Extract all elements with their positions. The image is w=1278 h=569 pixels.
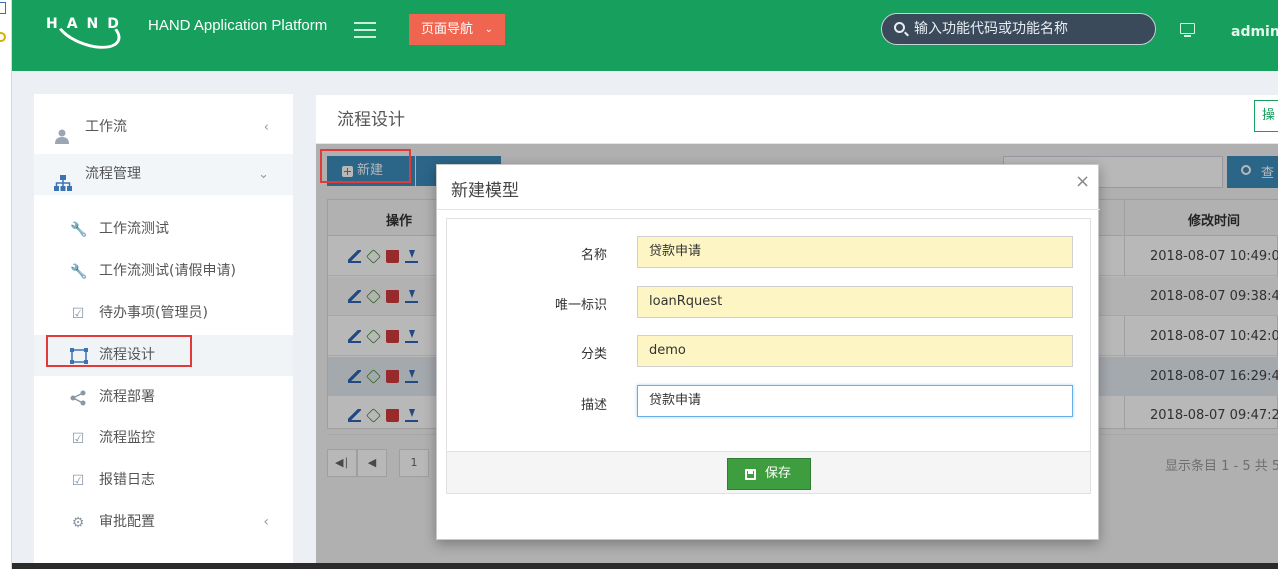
sidebar-group-workflow[interactable]: 工作流 ‹ bbox=[34, 107, 293, 148]
category-input[interactable]: demo bbox=[637, 335, 1073, 367]
sidebar-item-label: 待办事项(管理员) bbox=[99, 305, 208, 321]
taskbar-edge bbox=[0, 563, 1278, 569]
hand-logo[interactable]: HAND bbox=[46, 1, 134, 57]
name-label: 名称 bbox=[580, 248, 607, 263]
page-nav-dropdown[interactable]: 页面导航 ⌄ bbox=[409, 14, 505, 45]
function-search-input[interactable]: 输入功能代码或功能名称 bbox=[881, 13, 1156, 45]
dialog-title: 新建模型 bbox=[451, 181, 519, 201]
share-icon bbox=[70, 390, 86, 406]
sidebar-group-process-management[interactable]: 流程管理 ⌄ bbox=[34, 154, 293, 195]
sidebar-item-label: 流程部署 bbox=[99, 389, 155, 405]
chevron-down-icon: ⌄ bbox=[258, 167, 269, 182]
description-input[interactable]: 贷款申请 bbox=[637, 385, 1073, 417]
sidebar-item-approval-config[interactable]: ⚙ 审批配置 ‹ bbox=[34, 502, 293, 543]
highlight-box-new-button bbox=[320, 149, 411, 183]
sitemap-icon bbox=[54, 167, 72, 191]
sidebar-item-workflow-test-leave[interactable]: 🔧 工作流测试(请假申请) bbox=[34, 251, 293, 292]
sidebar-item-process-deploy[interactable]: 流程部署 bbox=[34, 377, 293, 418]
sidebar-item-error-log[interactable]: ☑ 报错日志 bbox=[34, 460, 293, 501]
name-input[interactable]: 贷款申请 bbox=[637, 236, 1073, 268]
logo-text: HAND bbox=[46, 16, 128, 32]
close-icon[interactable]: × bbox=[1075, 171, 1090, 192]
operation-button[interactable]: 操 bbox=[1254, 100, 1278, 132]
chevron-down-icon: ⌄ bbox=[484, 24, 493, 35]
user-name[interactable]: admin bbox=[1231, 24, 1278, 40]
check-square-icon: ☑ bbox=[71, 306, 85, 322]
description-label: 描述 bbox=[580, 398, 607, 413]
divider bbox=[437, 209, 1100, 210]
desktop-shortcut-icon-2[interactable] bbox=[0, 32, 6, 42]
key-label: 唯一标识 bbox=[554, 298, 607, 313]
chevron-left-icon: ‹ bbox=[263, 514, 269, 530]
search-icon bbox=[894, 22, 905, 33]
sidebar-item-label: 流程监控 bbox=[99, 430, 155, 446]
sidebar-item-label: 工作流测试 bbox=[99, 221, 169, 237]
sidebar-item-label: 工作流测试(请假申请) bbox=[99, 263, 236, 279]
model-form: 名称 贷款申请 唯一标识 loanRquest 分类 demo 描述 贷款申请 … bbox=[446, 218, 1091, 494]
wrench-icon: 🔧 bbox=[70, 264, 88, 280]
form-footer: 保存 bbox=[447, 451, 1090, 493]
sidebar: 工作流 ‹ 流程管理 ⌄ 🔧 工作流测试 🔧 工作流测试(请假申请) ☑ 待办事… bbox=[34, 94, 293, 569]
sidebar-group-label: 工作流 bbox=[85, 119, 127, 135]
highlight-box-process-design bbox=[46, 335, 192, 367]
new-model-dialog: 新建模型 × 名称 贷款申请 唯一标识 loanRquest 分类 demo 描… bbox=[436, 164, 1100, 540]
top-header: HAND HAND Application Platform 页面导航 ⌄ 输入… bbox=[12, 0, 1278, 71]
gear-icon: ⚙ bbox=[71, 515, 85, 531]
sidebar-item-label: 审批配置 bbox=[99, 514, 155, 530]
wrench-icon: 🔧 bbox=[70, 222, 88, 238]
check-square-icon: ☑ bbox=[71, 431, 85, 447]
page-nav-label: 页面导航 bbox=[421, 22, 474, 37]
category-label: 分类 bbox=[580, 347, 607, 362]
chevron-left-icon: ‹ bbox=[263, 120, 269, 135]
desktop-strip bbox=[0, 0, 12, 569]
app-title: HAND Application Platform bbox=[148, 17, 328, 34]
sidebar-group-label: 流程管理 bbox=[85, 166, 141, 182]
sidebar-item-workflow-test[interactable]: 🔧 工作流测试 bbox=[34, 209, 293, 250]
floppy-disk-icon bbox=[745, 469, 756, 480]
sidebar-item-todo-admin[interactable]: ☑ 待办事项(管理员) bbox=[34, 293, 293, 334]
page-title: 流程设计 bbox=[337, 110, 405, 130]
check-square-icon: ☑ bbox=[71, 473, 85, 489]
user-icon bbox=[54, 120, 70, 144]
search-placeholder: 输入功能代码或功能名称 bbox=[914, 21, 1068, 37]
save-button-label: 保存 bbox=[765, 466, 792, 481]
desktop-shortcut-icon[interactable] bbox=[0, 2, 6, 14]
hamburger-menu-icon[interactable] bbox=[354, 22, 376, 38]
key-input[interactable]: loanRquest bbox=[637, 286, 1073, 318]
sidebar-item-process-monitor[interactable]: ☑ 流程监控 bbox=[34, 418, 293, 459]
monitor-icon[interactable] bbox=[1180, 23, 1195, 37]
save-button[interactable]: 保存 bbox=[727, 458, 811, 490]
sidebar-item-label: 报错日志 bbox=[99, 472, 155, 488]
